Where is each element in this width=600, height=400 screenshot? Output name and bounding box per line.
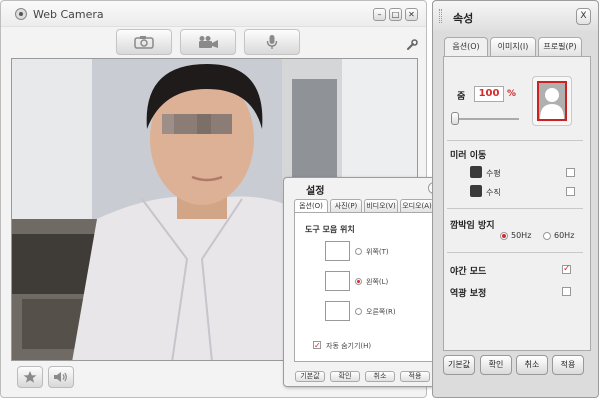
settings-options-panel: 도구 모음 위치 위쪽(T) 왼쪽(L) 오른쪽(R) ✓ 자동 숨기기(H) (294, 212, 434, 362)
settings-tabs: 옵션(O) 사진(P) 비디오(V) 오디오(A) (294, 199, 434, 213)
divider (447, 140, 583, 141)
zoom-value-field[interactable]: 100 (474, 86, 504, 102)
minimize-button[interactable]: – (373, 8, 386, 21)
zoom-unit: % (507, 89, 517, 99)
volume-button[interactable] (48, 366, 74, 388)
position-right-radio[interactable] (355, 308, 362, 315)
flicker-50hz-label: 50Hz (511, 231, 532, 240)
settings-ok-button[interactable]: 확인 (330, 371, 360, 382)
record-video-button[interactable] (180, 29, 236, 55)
audio-record-button[interactable] (244, 29, 300, 55)
horizontal-checkbox[interactable] (566, 168, 575, 177)
flicker-50hz-radio[interactable] (500, 232, 508, 240)
webcam-app-icon (15, 8, 27, 20)
zoom-label: 줌 (457, 92, 466, 102)
props-default-button[interactable]: 기본값 (443, 355, 475, 375)
night-mode-checkbox[interactable]: ✓ (562, 265, 571, 274)
wrench-icon[interactable] (406, 39, 418, 51)
star-icon (23, 371, 37, 383)
horizontal-flip-icon (470, 166, 482, 178)
settings-apply-button[interactable]: 적용 (400, 371, 430, 382)
props-ok-button[interactable]: 확인 (480, 355, 512, 375)
toolbar-position-heading: 도구 모음 위치 (305, 225, 355, 234)
speaker-icon (54, 372, 67, 382)
tab-profile[interactable]: 프로필(P) (538, 37, 582, 57)
position-top-label: 위쪽(T) (366, 248, 389, 256)
flicker-60hz-radio[interactable] (543, 232, 551, 240)
zoom-slider-track[interactable] (455, 118, 519, 120)
flicker-60hz-label: 60Hz (554, 231, 575, 240)
position-right-thumbnail (325, 301, 350, 321)
drag-grip-icon[interactable] (439, 9, 442, 23)
horizontal-label: 수평 (486, 169, 501, 178)
close-button[interactable]: ✕ (405, 8, 418, 21)
maximize-button[interactable]: □ (389, 8, 402, 21)
vertical-flip-icon (470, 185, 482, 197)
auto-hide-label: 자동 숨기기(H) (326, 342, 372, 350)
auto-hide-checkbox[interactable]: ✓ (313, 341, 321, 350)
divider (447, 208, 583, 209)
tab-options[interactable]: 옵션(O) (444, 37, 488, 57)
tab-audio[interactable]: 오디오(A) (400, 199, 434, 213)
settings-cancel-button[interactable]: 취소 (365, 371, 395, 382)
capture-photo-button[interactable] (116, 29, 172, 55)
flicker-heading: 깜박임 방지 (450, 221, 495, 231)
properties-close-button[interactable]: X (576, 8, 591, 25)
settings-dialog: 설정 ✕ 옵션(O) 사진(P) 비디오(V) 오디오(A) 도구 모음 위치 … (283, 177, 443, 387)
properties-window: 속성 X 옵션(O) 이미지(I) 프로필(P) (432, 0, 599, 398)
settings-default-button[interactable]: 기본값 (295, 371, 325, 382)
video-camera-icon (199, 36, 218, 48)
microphone-icon (266, 35, 278, 49)
person-silhouette-icon (540, 88, 564, 119)
props-apply-button[interactable]: 적용 (552, 355, 584, 375)
position-top-thumbnail (325, 241, 350, 261)
properties-titlebar[interactable]: 속성 X (433, 1, 598, 31)
backlight-label: 역광 보정 (450, 289, 487, 299)
zoom-slider-thumb[interactable] (451, 112, 459, 125)
vertical-label: 수직 (486, 188, 501, 197)
tab-image[interactable]: 이미지(I) (490, 37, 536, 57)
properties-title: 속성 (453, 12, 474, 25)
settings-title: 설정 (306, 186, 325, 197)
zoom-preview-frame (537, 81, 567, 121)
position-left-label: 왼쪽(L) (366, 278, 389, 286)
night-mode-label: 야간 모드 (450, 267, 487, 277)
position-left-radio[interactable] (355, 278, 362, 285)
zoom-preview (532, 76, 572, 126)
mirror-heading: 미러 이동 (450, 151, 487, 161)
window-controls: – □ ✕ (373, 8, 418, 21)
webcam-titlebar[interactable]: Web Camera – □ ✕ (1, 1, 426, 27)
tab-photo[interactable]: 사진(P) (330, 199, 362, 213)
position-right-label: 오른쪽(R) (366, 308, 396, 316)
position-left-thumbnail (325, 271, 350, 291)
props-cancel-button[interactable]: 취소 (516, 355, 548, 375)
camera-icon (134, 36, 154, 49)
favorite-button[interactable] (17, 366, 43, 388)
tab-options[interactable]: 옵션(O) (294, 199, 328, 213)
tab-video[interactable]: 비디오(V) (364, 199, 398, 213)
webcam-title: Web Camera (33, 8, 104, 21)
position-top-radio[interactable] (355, 248, 362, 255)
backlight-checkbox[interactable] (562, 287, 571, 296)
vertical-checkbox[interactable] (566, 187, 575, 196)
divider (447, 252, 583, 253)
